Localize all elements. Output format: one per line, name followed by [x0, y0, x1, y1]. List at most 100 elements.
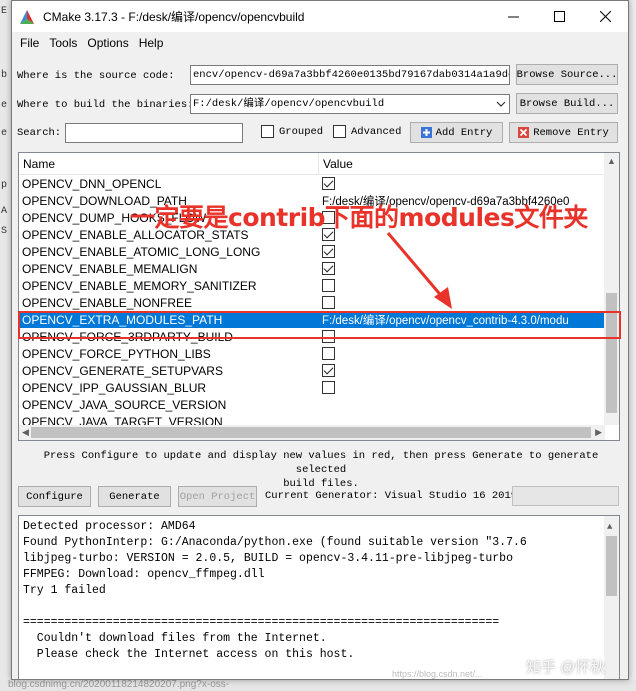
table-row[interactable]: OPENCV_GENERATE_SETUPVARS	[19, 362, 605, 379]
grouped-label: Grouped	[279, 125, 324, 138]
output-scroll-up-icon[interactable]: ▲	[607, 519, 612, 535]
log-line: Found PythonInterp: G:/Anaconda/python.e…	[23, 536, 527, 549]
cache-entry-name: OPENCV_ENABLE_MEMORY_SANITIZER	[22, 278, 257, 293]
cache-variables-table: Name Value OPENCV_DNN_OPENCL OPENCV_DOWNL…	[18, 152, 620, 441]
current-generator-label: Current Generator: Visual Studio 16 2019	[265, 490, 518, 502]
table-row[interactable]: OPENCV_DNN_OPENCL	[19, 175, 605, 192]
cache-entry-checkbox[interactable]	[322, 330, 335, 343]
log-line: FFMPEG: Download: opencv_ffmpeg.dll	[23, 568, 265, 581]
cmake-window: CMake 3.17.3 - F:/desk/编译/opencv/opencvb…	[11, 0, 629, 680]
table-row[interactable]: OPENCV_JAVA_SOURCE_VERSION	[19, 396, 605, 413]
configure-button[interactable]: Configure	[18, 486, 91, 507]
column-header-value[interactable]: Value	[319, 153, 353, 174]
cache-entry-checkbox-cell	[319, 245, 605, 258]
cache-entry-checkbox[interactable]	[322, 381, 335, 394]
vertical-scroll-thumb[interactable]	[606, 293, 617, 413]
advanced-checkbox-box[interactable]	[333, 125, 346, 138]
cache-entry-checkbox-cell	[319, 347, 605, 360]
cache-entry-checkbox[interactable]	[322, 364, 335, 377]
remove-entry-button[interactable]: Remove Entry	[509, 122, 618, 143]
log-line: ========================================…	[23, 616, 500, 629]
menu-file[interactable]: File	[15, 36, 44, 50]
background-window-right	[628, 0, 636, 691]
column-header-name[interactable]: Name	[19, 153, 319, 174]
log-line: Couldn't download files from the Interne…	[23, 632, 327, 645]
table-row[interactable]: OPENCV_ENABLE_NONFREE	[19, 294, 605, 311]
advanced-label: Advanced	[351, 125, 402, 138]
cmake-logo-icon	[20, 9, 34, 24]
remove-x-icon	[518, 127, 530, 138]
close-icon	[599, 11, 611, 22]
maximize-icon	[553, 11, 565, 22]
scroll-up-icon[interactable]: ▲	[607, 156, 616, 166]
zhihu-watermark: 知乎 @怀秋	[526, 659, 606, 676]
source-label: Where is the source code:	[17, 70, 175, 82]
background-window-bottom: blog.csdnimg.cn/20200118214820207.png?x-…	[0, 680, 636, 691]
cache-entry-name: OPENCV_ENABLE_NONFREE	[22, 295, 193, 310]
table-row[interactable]: OPENCV_EXTRA_MODULES_PATH F:/desk/编译/open…	[19, 311, 605, 328]
cache-entry-checkbox-cell	[319, 364, 605, 377]
cache-entry-checkbox[interactable]	[322, 347, 335, 360]
table-row[interactable]: OPENCV_FORCE_3RDPARTY_BUILD	[19, 328, 605, 345]
output-scroll-thumb[interactable]	[606, 536, 617, 596]
cache-entry-checkbox-cell	[319, 296, 605, 309]
progress-bar	[512, 486, 619, 506]
cache-entry-checkbox-cell	[319, 279, 605, 292]
minimize-button[interactable]	[490, 1, 536, 32]
browse-source-button[interactable]: Browse Source...	[516, 64, 618, 85]
table-row[interactable]: OPENCV_ENABLE_MEMORY_SANITIZER	[19, 277, 605, 294]
close-button[interactable]	[582, 1, 628, 32]
url-watermark: https://blog.csdn.net/...	[392, 669, 483, 679]
plus-icon	[420, 127, 432, 138]
menu-help[interactable]: Help	[134, 36, 169, 50]
advanced-checkbox[interactable]: Advanced	[333, 125, 401, 138]
scroll-right-icon[interactable]: ▶	[595, 427, 602, 438]
cache-entry-checkbox[interactable]	[322, 296, 335, 309]
cache-entry-checkbox[interactable]	[322, 177, 335, 190]
table-row[interactable]: OPENCV_ENABLE_ATOMIC_LONG_LONG	[19, 243, 605, 260]
browse-build-button[interactable]: Browse Build...	[516, 93, 618, 114]
cache-entry-name: OPENCV_ENABLE_ATOMIC_LONG_LONG	[22, 244, 261, 259]
source-path-input[interactable]: encv/opencv-d69a7a3bbf4260e0135bd79167da…	[190, 65, 510, 85]
grouped-checkbox-box[interactable]	[261, 125, 274, 138]
table-row[interactable]: OPENCV_IPP_GAUSSIAN_BLUR	[19, 379, 605, 396]
cache-entry-name: OPENCV_DNN_OPENCL	[22, 176, 162, 191]
cache-entry-checkbox[interactable]	[322, 245, 335, 258]
title-bar[interactable]: CMake 3.17.3 - F:/desk/编译/opencv/opencvb…	[12, 1, 628, 32]
build-path-value: F:/desk/编译/opencv/opencvbuild	[193, 98, 385, 110]
log-line: Detected processor: AMD64	[23, 520, 196, 533]
add-entry-button[interactable]: Add Entry	[410, 122, 503, 143]
grouped-checkbox[interactable]: Grouped	[261, 125, 323, 138]
output-vertical-scrollbar[interactable]: ▲	[604, 516, 619, 679]
menu-options[interactable]: Options	[82, 36, 133, 50]
binaries-label: Where to build the binaries:	[17, 99, 194, 111]
annotation-text: 一定要是contrib下面的modules文件夹	[130, 203, 588, 232]
maximize-button[interactable]	[536, 1, 582, 32]
configure-hint-line1: Press Configure to update and display ne…	[43, 450, 599, 476]
search-label: Search:	[17, 127, 62, 139]
table-row[interactable]: OPENCV_FORCE_PYTHON_LIBS	[19, 345, 605, 362]
menu-tools[interactable]: Tools	[44, 36, 82, 50]
cache-entry-checkbox[interactable]	[322, 279, 335, 292]
generate-button[interactable]: Generate	[98, 486, 171, 507]
log-line: Try 1 failed	[23, 584, 106, 597]
cache-entry-name: OPENCV_FORCE_3RDPARTY_BUILD	[22, 329, 233, 344]
table-header: Name Value	[19, 153, 605, 175]
cache-entry-checkbox[interactable]	[322, 262, 335, 275]
scroll-left-icon[interactable]: ◀	[22, 427, 29, 438]
cache-entry-checkbox-cell	[319, 177, 605, 190]
remove-entry-label: Remove Entry	[533, 126, 609, 139]
add-entry-label: Add Entry	[435, 126, 493, 139]
search-input[interactable]	[65, 123, 243, 143]
cache-entry-checkbox-cell	[319, 262, 605, 275]
window-title: CMake 3.17.3 - F:/desk/编译/opencv/opencvb…	[43, 10, 305, 24]
cache-entry-value[interactable]: F:/desk/编译/opencv/opencv_contrib-4.3.0/m…	[319, 312, 605, 328]
table-vertical-scrollbar[interactable]: ▲	[604, 153, 619, 425]
horizontal-scroll-thumb[interactable]	[31, 427, 591, 438]
minimize-icon	[507, 16, 519, 18]
configure-hint: Press Configure to update and display ne…	[22, 449, 620, 491]
build-path-combobox[interactable]: F:/desk/编译/opencv/opencvbuild	[190, 94, 510, 114]
table-row[interactable]: OPENCV_ENABLE_MEMALIGN	[19, 260, 605, 277]
table-horizontal-scrollbar[interactable]: ◀ ▶	[19, 425, 605, 440]
open-project-button[interactable]: Open Project	[178, 486, 257, 507]
